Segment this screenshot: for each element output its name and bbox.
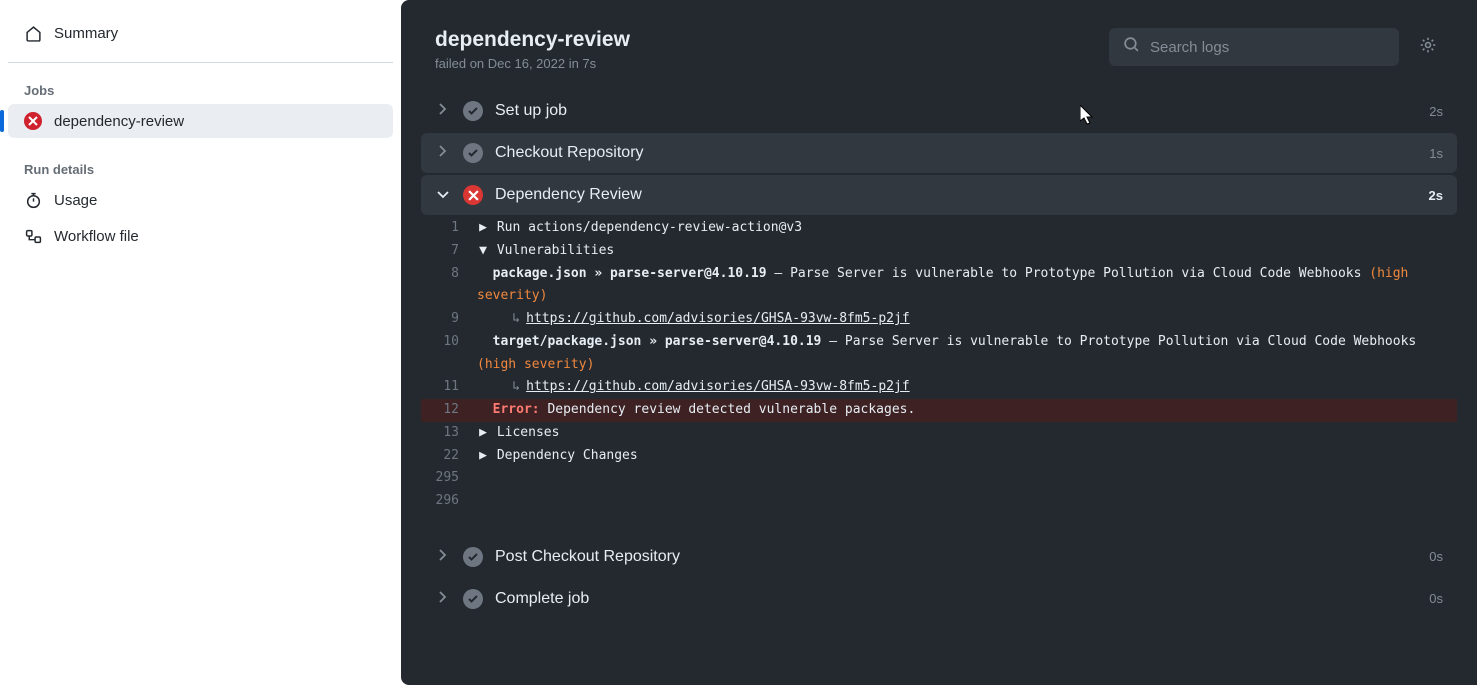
sidebar-summary-label: Summary (54, 25, 118, 42)
chevron-right-icon (435, 590, 451, 608)
fail-icon (463, 185, 483, 205)
advisory-link[interactable]: https://github.com/advisories/GHSA-93vw-… (526, 379, 910, 394)
log-output: 1 ▶ Run actions/dependency-review-action… (421, 217, 1457, 537)
caret-right-icon[interactable]: ▶ (477, 217, 489, 240)
chevron-right-icon (435, 102, 451, 120)
line-number: 12 (421, 399, 477, 422)
run-details-title: Run details (8, 154, 393, 181)
log-text: package.json » parse-server@4.10.19 (493, 266, 767, 281)
log-line-error: 12 Error: Dependency review detected vul… (421, 399, 1457, 422)
sidebar-summary[interactable]: Summary (8, 16, 393, 50)
log-line: 9 ↳https://github.com/advisories/GHSA-93… (421, 308, 1457, 331)
log-line: 10 target/package.json » parse-server@4.… (421, 331, 1457, 377)
step-name: Complete job (495, 590, 1417, 608)
sidebar-item-label: Usage (54, 192, 97, 209)
stopwatch-icon (24, 191, 42, 209)
log-text: (high severity) (477, 357, 594, 372)
settings-button[interactable] (1413, 30, 1443, 65)
log-line: 1 ▶ Run actions/dependency-review-action… (421, 217, 1457, 240)
log-text: – Parse Server is vulnerable to Prototyp… (821, 334, 1416, 349)
line-number: 295 (421, 467, 477, 490)
log-line: 11 ↳https://github.com/advisories/GHSA-9… (421, 376, 1457, 399)
advisory-link[interactable]: https://github.com/advisories/GHSA-93vw-… (526, 311, 910, 326)
line-number: 296 (421, 490, 477, 513)
caret-down-icon[interactable]: ▼ (477, 240, 489, 263)
search-input[interactable] (1150, 39, 1385, 56)
step-time: 2s (1429, 104, 1443, 119)
home-icon (24, 24, 42, 42)
log-text: – Parse Server is vulnerable to Prototyp… (767, 266, 1370, 281)
step-time: 1s (1429, 146, 1443, 161)
step-name: Set up job (495, 102, 1417, 120)
step-checkout-repository[interactable]: Checkout Repository 1s (421, 133, 1457, 173)
log-text: Vulnerabilities (497, 243, 614, 258)
fail-icon (24, 112, 42, 130)
line-number: 22 (421, 445, 477, 468)
steps-list: Set up job 2s Checkout Repository 1s Dep… (401, 91, 1477, 621)
check-icon (463, 547, 483, 567)
sidebar-job-dependency-review[interactable]: dependency-review (8, 104, 393, 138)
main-header: dependency-review failed on Dec 16, 2022… (401, 0, 1477, 91)
log-text: target/package.json » parse-server@4.10.… (493, 334, 822, 349)
log-line: 13 ▶ Licenses (421, 422, 1457, 445)
log-line: 8 package.json » parse-server@4.10.19 – … (421, 263, 1457, 309)
caret-right-icon[interactable]: ▶ (477, 422, 489, 445)
sidebar: Summary Jobs dependency-review Run detai… (0, 0, 401, 685)
step-complete-job[interactable]: Complete job 0s (421, 579, 1457, 619)
page-subtitle: failed on Dec 16, 2022 in 7s (435, 56, 630, 71)
log-text: Error: (493, 402, 540, 417)
log-text: Licenses (497, 425, 560, 440)
step-dependency-review[interactable]: Dependency Review 2s (421, 175, 1457, 215)
line-number: 1 (421, 217, 477, 240)
step-time: 0s (1429, 591, 1443, 606)
log-line: 22 ▶ Dependency Changes (421, 445, 1457, 468)
sidebar-item-label: Workflow file (54, 228, 139, 245)
log-text: Run actions/dependency-review-action@v3 (497, 220, 802, 235)
page-title: dependency-review (435, 28, 630, 52)
line-number: 11 (421, 376, 477, 399)
step-post-checkout-repository[interactable]: Post Checkout Repository 0s (421, 537, 1457, 577)
log-text: Dependency review detected vulnerable pa… (540, 402, 916, 417)
sidebar-item-usage[interactable]: Usage (8, 183, 393, 217)
chevron-down-icon (435, 186, 451, 204)
sidebar-item-workflow-file[interactable]: Workflow file (8, 219, 393, 253)
step-time: 0s (1429, 549, 1443, 564)
line-number: 7 (421, 240, 477, 263)
check-icon (463, 589, 483, 609)
main-panel: dependency-review failed on Dec 16, 2022… (401, 0, 1477, 685)
log-line: 295 (421, 467, 1457, 490)
caret-right-icon[interactable]: ▶ (477, 445, 489, 468)
log-text: Dependency Changes (497, 448, 638, 463)
chevron-right-icon (435, 548, 451, 566)
line-number: 9 (421, 308, 477, 331)
divider (8, 62, 393, 63)
log-line: 296 (421, 490, 1457, 513)
chevron-right-icon (435, 144, 451, 162)
step-name: Dependency Review (495, 186, 1417, 204)
search-box[interactable] (1109, 28, 1399, 66)
line-number: 10 (421, 331, 477, 354)
check-icon (463, 143, 483, 163)
log-line: 7 ▼ Vulnerabilities (421, 240, 1457, 263)
sidebar-job-label: dependency-review (54, 113, 184, 130)
search-icon (1123, 36, 1140, 58)
workflow-file-icon (24, 227, 42, 245)
step-name: Checkout Repository (495, 144, 1417, 162)
check-icon (463, 101, 483, 121)
jobs-title: Jobs (8, 75, 393, 102)
step-time: 2s (1429, 188, 1443, 203)
step-name: Post Checkout Repository (495, 548, 1417, 566)
step-setup-job[interactable]: Set up job 2s (421, 91, 1457, 131)
line-number: 8 (421, 263, 477, 286)
line-number: 13 (421, 422, 477, 445)
